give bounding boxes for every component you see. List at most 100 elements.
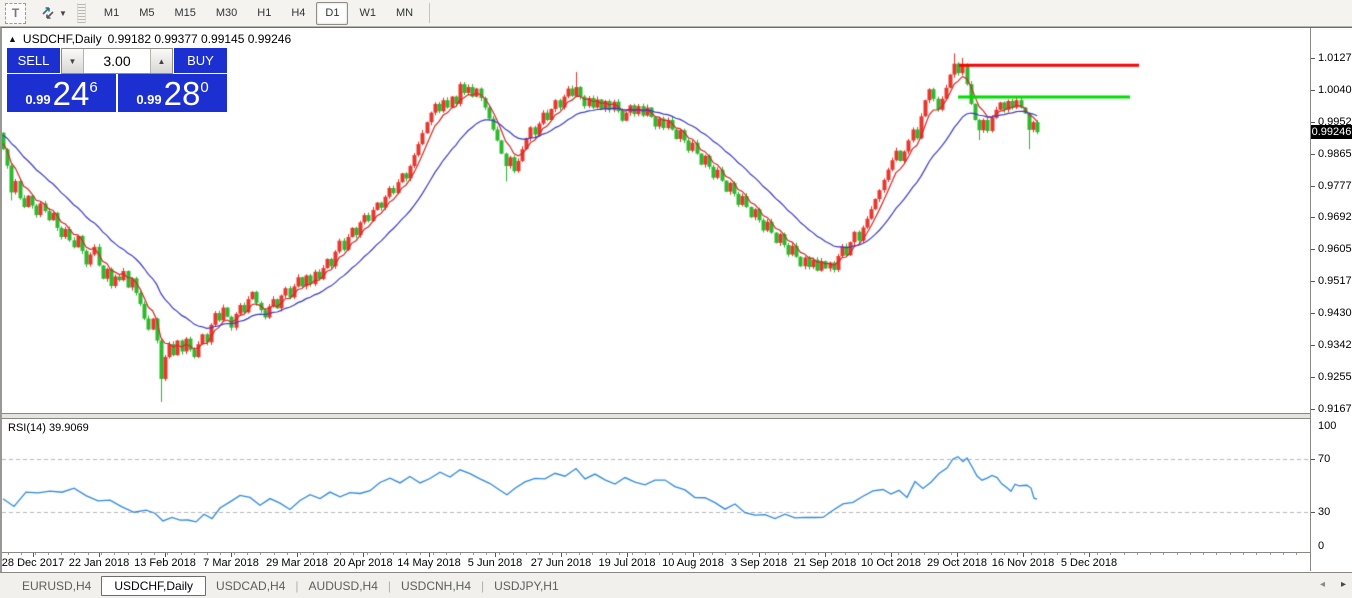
chart-tab-usdcad[interactable]: USDCAD,H4: [206, 576, 295, 596]
date-label: 22 Jan 2018: [69, 557, 130, 569]
timeframe-button-h1[interactable]: H1: [248, 2, 280, 25]
date-minor-tick: [964, 553, 965, 555]
tabs-scroll-right-icon[interactable]: ▸: [1341, 579, 1346, 590]
volume-input[interactable]: 3.00: [84, 49, 150, 73]
chart-tab-eurusd[interactable]: EURUSD,H4: [12, 576, 101, 596]
date-minor-tick: [380, 553, 381, 555]
date-minor-tick: [738, 553, 739, 555]
date-label: 7 Mar 2018: [203, 557, 259, 569]
date-label: 28 Dec 2017: [2, 557, 64, 569]
chart-ohlc-values: 0.99182 0.99377 0.99145 0.99246: [108, 32, 292, 46]
buy-price-pip: 0: [200, 80, 208, 109]
date-minor-tick: [539, 553, 540, 555]
date-minor-tick: [632, 553, 633, 555]
volume-increase-button[interactable]: ▲: [150, 49, 172, 73]
date-minor-tick: [951, 553, 952, 555]
price-axis-label: 0.94300: [1318, 307, 1352, 319]
price-axis-label: 1.00400: [1318, 84, 1352, 96]
date-minor-tick: [8, 553, 9, 555]
date-minor-tick: [938, 553, 939, 555]
one-click-trading-panel: SELL ▼ 3.00 ▲ BUY 0.99 24 6 0.99 28 0: [7, 48, 227, 112]
date-minor-tick: [128, 553, 129, 555]
volume-stepper: ▼ 3.00 ▲: [61, 48, 173, 74]
tabs-scroll-left-icon[interactable]: ◂: [1320, 579, 1325, 590]
date-minor-tick: [1137, 553, 1138, 555]
date-minor-tick: [1283, 553, 1284, 555]
date-minor-tick: [831, 553, 832, 555]
dropdown-caret-icon[interactable]: ▼: [59, 9, 67, 18]
date-minor-tick: [486, 553, 487, 555]
date-label: 21 Sep 2018: [794, 557, 856, 569]
text-tool-icon[interactable]: T: [5, 3, 26, 24]
rsi-chart-canvas[interactable]: [2, 419, 1310, 552]
date-minor-tick: [420, 553, 421, 555]
date-minor-tick: [393, 553, 394, 555]
buy-button[interactable]: BUY: [174, 48, 227, 74]
price-axis-label: 0.97775: [1318, 180, 1352, 192]
price-tick: [1311, 313, 1315, 314]
date-minor-tick: [778, 553, 779, 555]
price-axis: 1.012751.004000.995250.986500.977750.969…: [1311, 28, 1352, 413]
date-minor-tick: [61, 553, 62, 555]
buy-price-main: 28: [164, 79, 201, 109]
date-minor-tick: [898, 553, 899, 555]
date-minor-tick: [1177, 553, 1178, 555]
price-tick: [1311, 217, 1315, 218]
date-minor-tick: [845, 553, 846, 555]
date-minor-tick: [154, 553, 155, 555]
price-axis-label: 0.96050: [1318, 243, 1352, 255]
sell-button[interactable]: SELL: [7, 48, 60, 74]
date-label: 5 Dec 2018: [1061, 557, 1117, 569]
date-minor-tick: [1296, 553, 1297, 555]
date-minor-tick: [327, 553, 328, 555]
date-minor-tick: [194, 553, 195, 555]
cursor-arrows-icon[interactable]: [38, 4, 57, 23]
timeframe-button-h4[interactable]: H4: [282, 2, 314, 25]
price-axis-label: 0.98650: [1318, 148, 1352, 160]
timeframe-button-m15[interactable]: M15: [165, 2, 204, 25]
price-tick: [1311, 345, 1315, 346]
date-minor-tick: [752, 553, 753, 555]
sell-quote[interactable]: 0.99 24 6: [7, 74, 116, 112]
chart-tab-usdchf[interactable]: USDCHF,Daily: [101, 576, 206, 596]
collapse-panel-icon[interactable]: ▲: [8, 34, 17, 44]
date-minor-tick: [699, 553, 700, 555]
date-minor-tick: [659, 553, 660, 555]
date-minor-tick: [287, 553, 288, 555]
date-minor-tick: [167, 553, 168, 555]
date-minor-tick: [1216, 553, 1217, 555]
date-minor-tick: [606, 553, 607, 555]
sell-price-pip: 6: [89, 80, 97, 109]
timeframe-button-m1[interactable]: M1: [95, 2, 128, 25]
chart-tab-usdjpy[interactable]: USDJPY,H1: [484, 576, 568, 596]
timeframe-button-m5[interactable]: M5: [130, 2, 163, 25]
date-minor-tick: [74, 553, 75, 555]
chart-tab-audusd[interactable]: AUDUSD,H4: [299, 576, 388, 596]
date-minor-tick: [1203, 553, 1204, 555]
date-minor-tick: [406, 553, 407, 555]
date-minor-tick: [1044, 553, 1045, 555]
chart-tab-usdcnh[interactable]: USDCNH,H4: [391, 576, 481, 596]
timeframe-button-mn[interactable]: MN: [387, 2, 422, 25]
date-minor-tick: [313, 553, 314, 555]
timeframe-button-w1[interactable]: W1: [350, 2, 385, 25]
panel-splitter[interactable]: [2, 413, 1310, 419]
date-minor-tick: [592, 553, 593, 555]
date-label: 13 Feb 2018: [134, 557, 196, 569]
volume-decrease-button[interactable]: ▼: [62, 49, 84, 73]
buy-quote[interactable]: 0.99 28 0: [118, 74, 227, 112]
date-minor-tick: [433, 553, 434, 555]
sell-price-prefix: 0.99: [25, 93, 50, 109]
date-minor-tick: [1110, 553, 1111, 555]
toolbar-grip[interactable]: [77, 3, 86, 23]
rsi-axis-label: 70: [1318, 453, 1330, 465]
timeframe-button-m30[interactable]: M30: [207, 2, 246, 25]
date-minor-tick: [1097, 553, 1098, 555]
date-minor-tick: [21, 553, 22, 555]
rsi-axis-label: 100: [1318, 420, 1336, 432]
rsi-tick: [1311, 459, 1315, 460]
current-price-tag: 0.99246: [1311, 125, 1352, 139]
date-minor-tick: [1150, 553, 1151, 555]
timeframe-button-d1[interactable]: D1: [316, 2, 348, 25]
date-minor-tick: [1243, 553, 1244, 555]
